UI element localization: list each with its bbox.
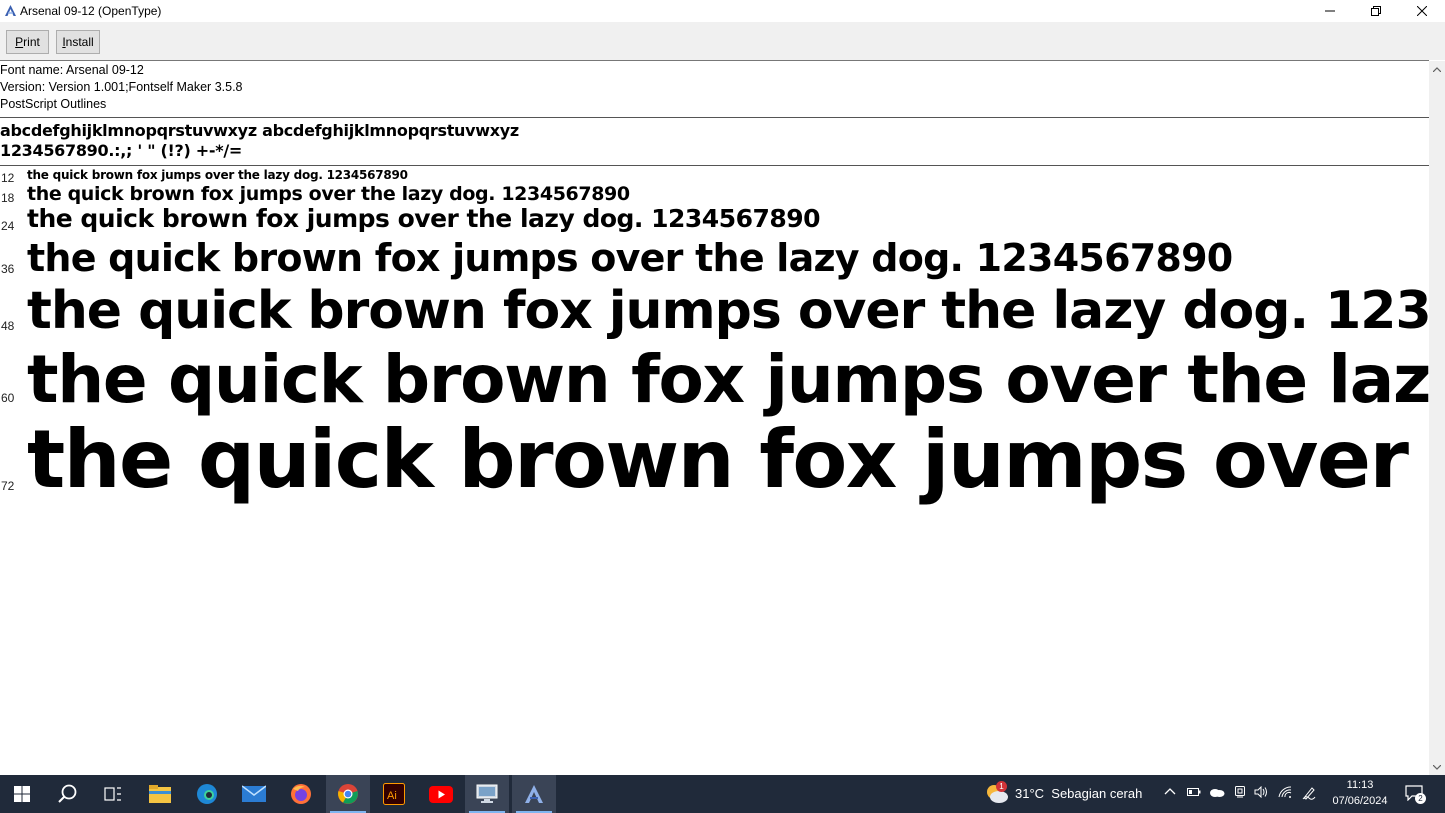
onedrive-tray-button[interactable] — [1209, 786, 1225, 801]
install-label: nstall — [65, 35, 94, 49]
print-hotkey: P — [15, 35, 24, 49]
volume-tray-button[interactable] — [1254, 785, 1268, 801]
sample-text: the quick brown fox jumps over the lazy … — [27, 204, 821, 233]
install-button[interactable]: Install — [56, 30, 100, 54]
cloud-icon — [1210, 789, 1225, 797]
font-viewer-app-icon — [5, 5, 16, 16]
notification-center-button[interactable]: 2 — [1405, 785, 1426, 805]
size-label: 60 — [1, 391, 15, 405]
sample-text: the quick brown fox jumps over the lazy … — [27, 281, 1429, 341]
chrome-icon — [338, 784, 358, 804]
sample-row-24: 24 the quick brown fox jumps over the la… — [0, 204, 1429, 238]
sample-text: the quick brown fox jumps over the lazy … — [27, 168, 408, 182]
size-label: 24 — [1, 219, 15, 233]
device-icon — [1235, 786, 1245, 798]
edge-icon — [197, 784, 217, 804]
font-name-line: Font name: Arsenal 09-12 — [0, 63, 144, 77]
taskbar-search-button[interactable] — [46, 775, 90, 813]
window-title: Arsenal 09-12 (OpenType) — [20, 4, 162, 18]
font-version-line: Version: Version 1.001;Fontself Maker 3.… — [0, 80, 243, 94]
start-button[interactable] — [0, 775, 44, 813]
sample-text: the quick brown fox jumps over the lazy … — [27, 183, 630, 205]
pen-icon — [1302, 787, 1316, 800]
sample-row-48: 48 the quick brown fox jumps over the la… — [0, 281, 1429, 345]
firefox-icon — [291, 784, 311, 804]
weather-widget[interactable]: 1 — [984, 781, 1010, 807]
font-viewer-taskbar-button[interactable] — [512, 775, 556, 813]
remote-desktop-icon — [476, 784, 498, 803]
show-hidden-icons-button[interactable] — [1164, 786, 1176, 801]
chevron-down-icon — [1433, 764, 1441, 770]
font-viewer-icon — [525, 785, 543, 803]
remote-desktop-button[interactable] — [465, 775, 509, 813]
mail-icon — [242, 785, 266, 802]
clock-date[interactable]: 07/06/2024 — [1330, 795, 1390, 807]
minimize-icon — [1325, 10, 1335, 12]
restore-button[interactable] — [1353, 0, 1399, 22]
weather-description: Sebagian cerah — [1051, 786, 1143, 801]
restore-icon — [1371, 6, 1381, 16]
charset-digits: 1234567890.:,; ' " (!?) +-*/= — [0, 141, 242, 160]
charset-letters: abcdefghijklmnopqrstuvwxyz abcdefghijklm… — [0, 121, 519, 140]
scroll-down-button[interactable] — [1429, 759, 1445, 775]
font-outline-line: PostScript Outlines — [0, 97, 107, 111]
title-bar[interactable]: Arsenal 09-12 (OpenType) — [0, 0, 1445, 22]
youtube-icon — [429, 785, 453, 803]
vertical-scrollbar[interactable] — [1429, 61, 1445, 775]
close-button[interactable] — [1399, 0, 1445, 22]
chevron-up-icon — [1433, 66, 1441, 72]
edge-button[interactable] — [185, 775, 229, 813]
clock-time[interactable]: 11:13 — [1330, 779, 1390, 791]
weather-temperature: 31°C — [1015, 786, 1045, 801]
font-preview-area: Font name: Arsenal 09-12 Version: Versio… — [0, 61, 1429, 775]
info-divider — [0, 117, 1429, 118]
size-label: 48 — [1, 319, 15, 333]
network-tray-button[interactable] — [1278, 786, 1292, 801]
minimize-button[interactable] — [1307, 0, 1353, 22]
taskbar: Ai 1 31°C Sebagian cerah 11:13 07/06/202… — [0, 775, 1445, 813]
print-button[interactable]: Print — [6, 30, 49, 54]
wifi-icon — [1278, 786, 1292, 798]
speaker-icon — [1254, 785, 1267, 799]
size-label: 18 — [1, 191, 15, 205]
search-icon — [58, 784, 77, 803]
battery-tray-button[interactable] — [1187, 786, 1201, 801]
device-tray-button[interactable] — [1233, 786, 1247, 801]
print-label: rint — [23, 35, 40, 49]
sample-text: the quick brown fox jumps over the lazy … — [27, 236, 1233, 280]
charset-divider — [0, 165, 1429, 166]
file-explorer-icon — [149, 785, 171, 803]
illustrator-button[interactable]: Ai — [372, 775, 416, 813]
firefox-button[interactable] — [279, 775, 323, 813]
close-icon — [1417, 6, 1427, 16]
scroll-up-button[interactable] — [1429, 61, 1445, 77]
task-view-button[interactable] — [91, 775, 135, 813]
sample-text: the quick brown fox jumps over the lazy … — [27, 413, 1429, 506]
task-view-icon — [104, 787, 121, 801]
svg-text:Ai: Ai — [387, 790, 397, 802]
notification-count: 2 — [1415, 793, 1426, 804]
size-label: 36 — [1, 262, 15, 276]
chrome-button[interactable] — [326, 775, 370, 813]
battery-icon — [1187, 788, 1201, 796]
sample-row-60: 60 the quick brown fox jumps over the la… — [0, 341, 1429, 419]
youtube-button[interactable] — [419, 775, 463, 813]
illustrator-icon: Ai — [383, 783, 405, 805]
sample-text: the quick brown fox jumps over the lazy … — [27, 341, 1429, 418]
windows-start-icon — [14, 786, 30, 802]
size-label: 72 — [1, 479, 15, 493]
sample-row-72: 72 the quick brown fox jumps over the la… — [0, 413, 1429, 509]
sample-row-36: 36 the quick brown fox jumps over the la… — [0, 236, 1429, 284]
chevron-up-icon — [1164, 788, 1176, 795]
toolbar: Print Install — [0, 22, 1445, 60]
file-explorer-button[interactable] — [138, 775, 182, 813]
mail-button[interactable] — [232, 775, 276, 813]
weather-text[interactable]: 31°C Sebagian cerah — [1015, 786, 1142, 801]
pen-tray-button[interactable] — [1302, 786, 1316, 803]
weather-badge: 1 — [996, 781, 1007, 792]
